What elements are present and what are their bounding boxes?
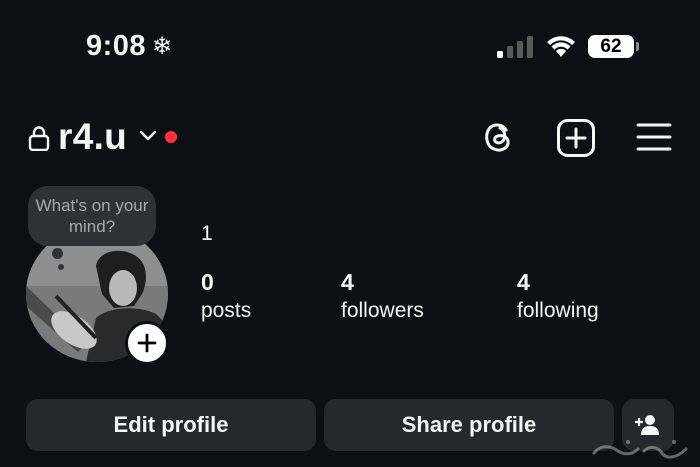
note-placeholder: What's on your mind?: [35, 196, 149, 236]
add-person-icon: [635, 415, 659, 435]
share-profile-button[interactable]: Share profile: [324, 399, 614, 451]
menu-icon[interactable]: [636, 121, 672, 153]
note-bubble-tail: [52, 248, 63, 259]
watermark-logo: [592, 440, 688, 459]
battery-indicator: 62: [588, 35, 634, 58]
battery-cap: [636, 42, 639, 51]
note-bubble-tail-small: [58, 264, 64, 270]
status-time: 9:08 ❄: [86, 30, 173, 63]
threads-icon[interactable]: [478, 117, 518, 157]
stat-value: 4: [341, 269, 354, 295]
battery-level: 62: [600, 35, 622, 57]
notification-dot: [165, 131, 177, 143]
stat-value: 4: [517, 269, 530, 295]
snowflake-icon: ❄: [152, 33, 173, 60]
stat-label: followers: [341, 299, 424, 322]
stat-following[interactable]: 4 following: [517, 268, 599, 326]
profile-name: 1: [201, 222, 213, 245]
note-bubble[interactable]: What's on your mind?: [28, 186, 156, 246]
stat-label: following: [517, 299, 599, 322]
create-icon[interactable]: [556, 118, 596, 158]
stat-label: posts: [201, 299, 252, 322]
add-story-button[interactable]: [125, 321, 169, 365]
stat-followers[interactable]: 4 followers: [341, 268, 424, 326]
plus-icon: [137, 333, 157, 353]
edit-profile-button[interactable]: Edit profile: [26, 399, 316, 451]
time-text: 9:08: [86, 30, 147, 62]
cellular-signal-icon: [497, 36, 533, 58]
username-switcher[interactable]: r4.u: [58, 116, 127, 158]
profile-screen: 9:08 ❄ 62 r4.u What's on your mind? 1 0 …: [0, 0, 700, 467]
stat-posts[interactable]: 0 posts: [201, 268, 251, 326]
stat-value: 0: [201, 269, 214, 295]
lock-icon: [28, 126, 50, 151]
wifi-icon: [547, 36, 575, 57]
chevron-down-icon[interactable]: [138, 129, 158, 143]
